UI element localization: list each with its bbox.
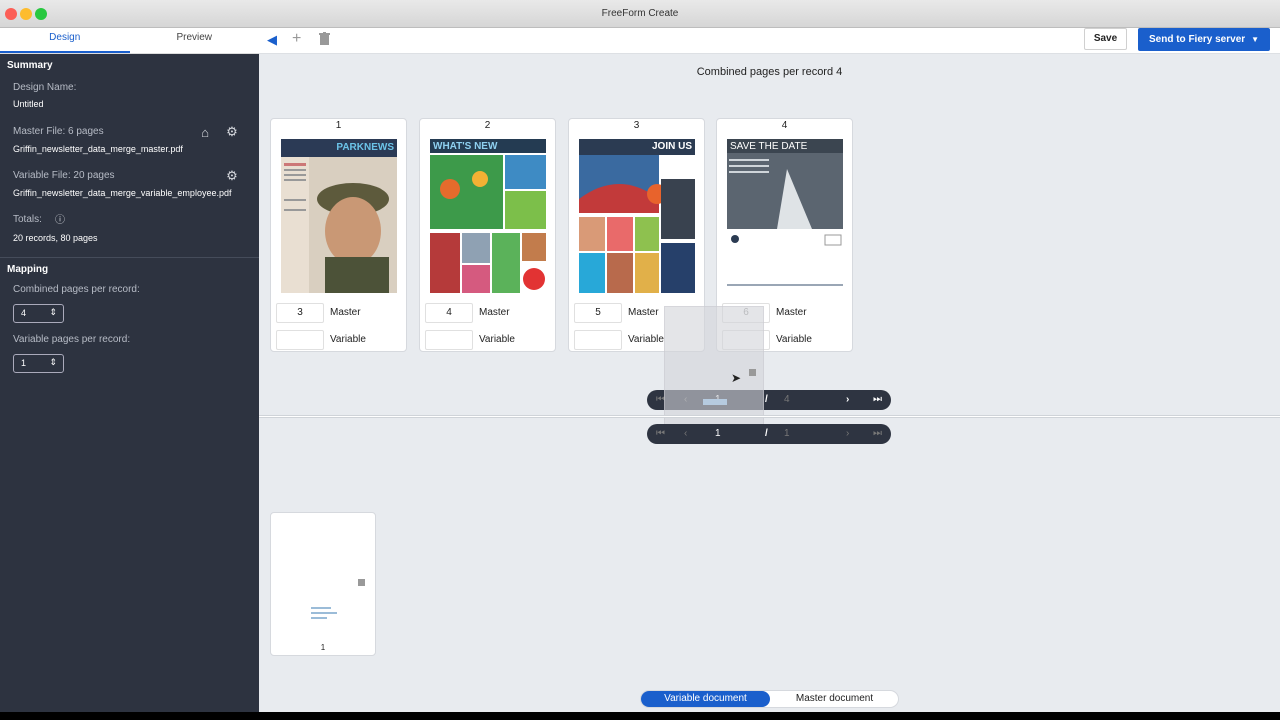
variable-label: Variable (330, 334, 366, 345)
toolbar: ◀ + Save Send to Fiery server ▼ (259, 28, 1280, 54)
design-name-label: Design Name: (13, 82, 77, 93)
tab-design[interactable]: Design (0, 28, 130, 53)
variable-page-number: 1 (320, 643, 326, 652)
page-text-line (311, 612, 337, 614)
master-label: Master (330, 307, 361, 318)
next-page-icon[interactable]: › (846, 394, 849, 405)
home-icon[interactable]: ⌂ (198, 126, 212, 140)
variable-settings-gear-icon[interactable]: ⚙ (225, 169, 239, 183)
window-title: FreeForm Create (601, 8, 679, 19)
sidebar-tabs: Design Preview (0, 28, 259, 54)
variable-page-field[interactable] (276, 330, 324, 350)
collapse-sidebar-icon[interactable]: ◀ (267, 32, 277, 48)
variable-page-card[interactable]: 1 (270, 512, 376, 656)
pager-separator: / (765, 394, 768, 405)
thumbnail-title: PARKNEWS (336, 142, 394, 153)
variable-label: Variable (776, 334, 812, 345)
last-page-icon[interactable]: ⏭ (873, 428, 882, 439)
variable-pages-stepper[interactable]: 1 ⇕ (13, 354, 64, 373)
master-label: Master (776, 307, 807, 318)
variable-label: Variable (479, 334, 515, 345)
master-page-field[interactable]: 5 (574, 303, 622, 323)
ghost-text (703, 399, 727, 405)
master-document-toggle[interactable]: Master document (770, 691, 899, 707)
master-label: Master (628, 307, 659, 318)
last-page-icon[interactable]: ⏭ (873, 394, 882, 405)
variable-page-field[interactable] (574, 330, 622, 350)
mapping-heading: Mapping (7, 264, 49, 275)
combined-pages-value: 4 (21, 308, 27, 318)
page-marker (358, 579, 365, 586)
dropdown-caret-icon[interactable]: ▼ (1251, 28, 1259, 51)
thumbnail-title: SAVE THE DATE (730, 141, 808, 152)
mouse-cursor-icon: ➤ (731, 371, 742, 385)
document-toggle: Variable document Master document (640, 690, 899, 708)
master-settings-gear-icon[interactable]: ⚙ (225, 125, 239, 139)
send-to-fiery-button[interactable]: Send to Fiery server ▼ (1138, 28, 1270, 51)
title-bar: FreeForm Create (0, 0, 1280, 28)
prev-page-icon[interactable]: ‹ (684, 428, 687, 439)
totals-value: 20 records, 80 pages (13, 233, 98, 243)
page-thumbnail[interactable]: WHAT'S NEW (430, 139, 546, 293)
pager-total: 4 (784, 394, 790, 405)
stepper-arrows-icon[interactable]: ⇕ (49, 307, 57, 318)
thumbnail-title: WHAT'S NEW (433, 141, 498, 152)
variable-label: Variable (628, 334, 664, 345)
page-thumbnail[interactable]: JOIN US (579, 139, 695, 293)
next-page-icon[interactable]: › (846, 428, 849, 439)
summary-heading: Summary (7, 60, 53, 71)
master-page-field[interactable]: 3 (276, 303, 324, 323)
sidebar-divider (0, 257, 259, 258)
master-file-name: Griffin_newsletter_data_merge_master.pdf (13, 144, 183, 154)
variable-page-field[interactable] (425, 330, 473, 350)
first-page-icon[interactable]: ⏮ (656, 428, 665, 439)
pager-separator: / (765, 428, 768, 439)
stepper-arrows-icon[interactable]: ⇕ (49, 357, 57, 368)
page-text-line (311, 607, 331, 609)
drag-ghost-thumbnail (664, 306, 764, 432)
combined-pages-stepper[interactable]: 4 ⇕ (13, 304, 64, 323)
thumbnail-title: JOIN US (651, 141, 692, 152)
design-name-value: Untitled (13, 99, 44, 109)
variable-pager: ⏮ ‹ 1 / 1 › ⏭ (647, 424, 891, 444)
variable-file-name: Griffin_newsletter_data_merge_variable_e… (13, 188, 232, 198)
variable-pages-label: Variable pages per record: (13, 334, 131, 345)
page-card[interactable]: 2 WHAT'S NEW 4 Master Variable (419, 118, 556, 352)
master-page-field[interactable]: 4 (425, 303, 473, 323)
page-card[interactable]: 1 PARKNEWS 3 Master Variable (270, 118, 407, 352)
add-icon[interactable]: + (292, 30, 301, 48)
master-label: Master (479, 307, 510, 318)
trash-icon[interactable] (319, 32, 330, 48)
variable-document-toggle[interactable]: Variable document (641, 691, 770, 707)
save-button[interactable]: Save (1084, 28, 1127, 50)
bottom-bar (0, 712, 1280, 720)
combined-pages-label: Combined pages per record: (13, 284, 140, 295)
variable-file-label: Variable File: 20 pages (13, 170, 115, 181)
info-icon[interactable]: ⓘ (53, 214, 67, 228)
pager-current[interactable]: 1 (715, 428, 721, 439)
page-text-line (311, 617, 327, 619)
tab-preview[interactable]: Preview (130, 28, 260, 53)
main-canvas: ◀ + Save Send to Fiery server ▼ Combined… (259, 28, 1280, 712)
pager-total: 1 (784, 428, 790, 439)
send-to-fiery-label: Send to Fiery server (1149, 34, 1246, 45)
split-divider[interactable] (259, 415, 1280, 418)
page-number: 1 (335, 120, 342, 131)
combined-pages-heading: Combined pages per record 4 (696, 66, 843, 78)
sidebar: Design Preview Summary Design Name: Unti… (0, 28, 259, 712)
page-thumbnail[interactable]: PARKNEWS (281, 139, 397, 293)
variable-pages-value: 1 (21, 358, 27, 368)
page-number: 4 (781, 120, 788, 131)
page-number: 3 (633, 120, 640, 131)
page-thumbnail[interactable]: SAVE THE DATE (727, 139, 843, 293)
totals-label: Totals: (13, 214, 42, 225)
page-number: 2 (484, 120, 491, 131)
ghost-marker (749, 369, 756, 376)
master-file-label: Master File: 6 pages (13, 126, 104, 137)
